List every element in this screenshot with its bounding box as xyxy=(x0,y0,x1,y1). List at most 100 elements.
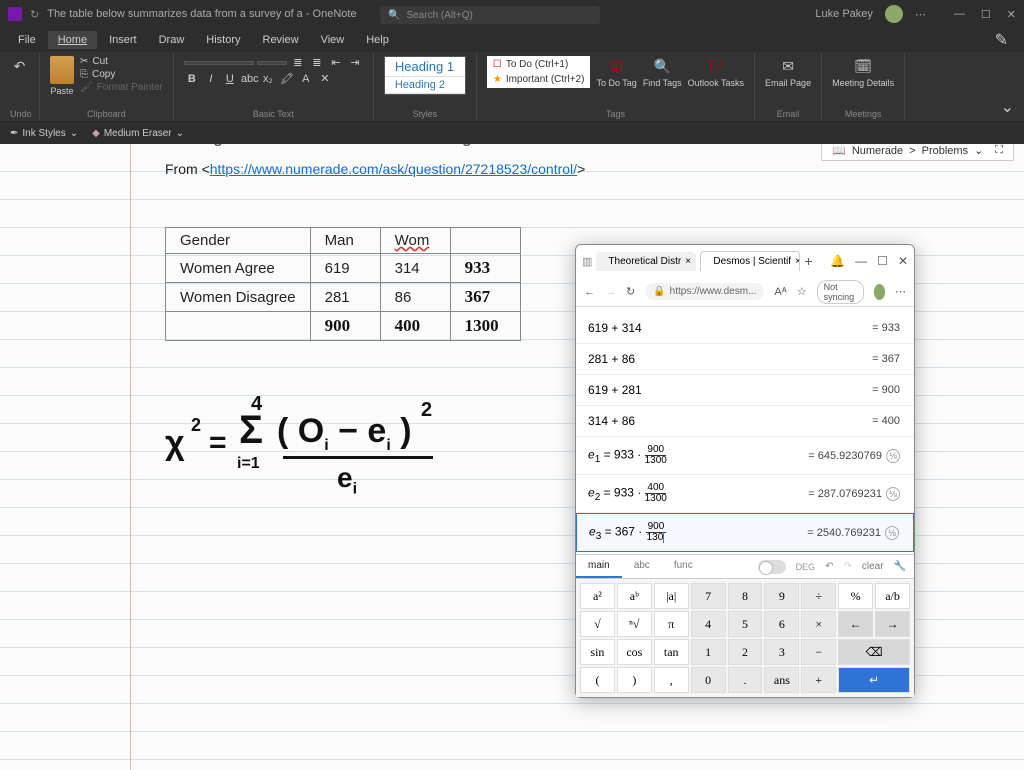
key-enter[interactable]: ↵ xyxy=(838,667,910,693)
keypad-tab-main[interactable]: main xyxy=(576,555,622,578)
key-sqrt[interactable]: √ xyxy=(580,611,615,637)
pen-mode-icon[interactable]: ✎ xyxy=(995,30,1016,50)
menu-view[interactable]: View xyxy=(311,31,355,49)
browser-close[interactable]: ✕ xyxy=(898,254,908,268)
key-8[interactable]: 8 xyxy=(728,583,763,609)
menu-review[interactable]: Review xyxy=(253,31,309,49)
key-2[interactable]: 2 xyxy=(728,639,763,665)
key-abs[interactable]: |a| xyxy=(654,583,689,609)
outdent-button[interactable]: ⇤ xyxy=(328,56,344,69)
key-6[interactable]: 6 xyxy=(764,611,799,637)
expr-row[interactable]: 619 + 314= 933 xyxy=(576,313,914,344)
sidebar-icon[interactable]: ▥ xyxy=(582,255,592,268)
key-a2[interactable]: a² xyxy=(580,583,615,609)
key-4[interactable]: 4 xyxy=(691,611,726,637)
styles-gallery[interactable]: Heading 1 Heading 2 xyxy=(384,56,466,95)
reader-icon[interactable]: Aᴬ xyxy=(774,286,786,298)
key-backspace[interactable]: ⌫ xyxy=(838,639,910,665)
key-add[interactable]: + xyxy=(801,667,836,693)
menu-help[interactable]: Help xyxy=(356,31,399,49)
expr-row[interactable]: 619 + 281= 900 xyxy=(576,375,914,406)
todo-tag-button[interactable]: ☑To Do Tag xyxy=(596,56,636,88)
menu-file[interactable]: File xyxy=(8,31,46,49)
expr-row-e2[interactable]: e2 = 933 · 4001300 = 287.0769231⅛ xyxy=(576,475,914,513)
key-left[interactable]: ← xyxy=(838,611,873,637)
email-page-button[interactable]: ✉Email Page xyxy=(765,56,811,88)
subscript-button[interactable]: x₂ xyxy=(260,73,276,85)
fullscreen-icon[interactable]: ⛶ xyxy=(995,144,1003,157)
undo-key[interactable]: ↶ xyxy=(825,561,833,572)
key-comma[interactable]: , xyxy=(654,667,689,693)
browser-maximize[interactable]: ☐ xyxy=(877,254,888,268)
key-sin[interactable]: sin xyxy=(580,639,615,665)
maximize-button[interactable]: ☐ xyxy=(981,8,991,21)
key-right[interactable]: → xyxy=(875,611,910,637)
minimize-button[interactable]: — xyxy=(954,8,965,21)
font-color-button[interactable]: A xyxy=(298,73,314,85)
info-icon[interactable]: ⅛ xyxy=(886,449,900,463)
keypad-tab-abc[interactable]: abc xyxy=(622,555,662,578)
forward-button[interactable]: → xyxy=(605,286,616,298)
desmos-window[interactable]: ▥ Theoretical Distr× Desmos | Scientif× … xyxy=(575,244,915,698)
key-1[interactable]: 1 xyxy=(691,639,726,665)
avatar[interactable] xyxy=(885,5,903,23)
underline-button[interactable]: U xyxy=(222,73,238,85)
key-tan[interactable]: tan xyxy=(654,639,689,665)
indent-button[interactable]: ⇥ xyxy=(347,56,363,69)
style-heading1[interactable]: Heading 1 xyxy=(385,57,465,77)
style-heading2[interactable]: Heading 2 xyxy=(385,77,465,94)
new-tab-button[interactable]: + xyxy=(804,253,812,269)
search-input[interactable]: 🔍 Search (Alt+Q) xyxy=(380,6,600,24)
numbering-button[interactable]: ≣ xyxy=(309,56,325,69)
key-sub[interactable]: − xyxy=(801,639,836,665)
bell-icon[interactable]: 🔔 xyxy=(830,254,845,268)
find-tags-button[interactable]: 🔍Find Tags xyxy=(643,56,682,88)
refresh-button[interactable]: ↻ xyxy=(626,285,635,298)
sync-status[interactable]: Not syncing xyxy=(817,280,864,304)
key-ans[interactable]: ans xyxy=(764,667,799,693)
redo-key[interactable]: ↷ xyxy=(843,561,851,572)
tab-theoretical[interactable]: Theoretical Distr× xyxy=(596,252,696,271)
key-9[interactable]: 9 xyxy=(764,583,799,609)
key-cos[interactable]: cos xyxy=(617,639,652,665)
menu-home[interactable]: Home xyxy=(48,31,97,49)
key-frac[interactable]: a/b xyxy=(875,583,910,609)
info-icon[interactable]: ⅛ xyxy=(885,526,899,540)
key-pct[interactable]: % xyxy=(838,583,873,609)
key-3[interactable]: 3 xyxy=(764,639,799,665)
profile-avatar[interactable] xyxy=(874,284,885,300)
wrench-icon[interactable]: 🔧 xyxy=(894,561,906,572)
menu-history[interactable]: History xyxy=(196,31,250,49)
browser-minimize[interactable]: — xyxy=(855,254,867,268)
medium-eraser-button[interactable]: ◆Medium Eraser⌄ xyxy=(92,128,184,139)
format-painter-button[interactable]: 🖌 Format Painter xyxy=(80,82,163,93)
font-family-select[interactable] xyxy=(184,61,254,65)
key-div[interactable]: ÷ xyxy=(801,583,836,609)
key-0[interactable]: 0 xyxy=(691,667,726,693)
key-mul[interactable]: × xyxy=(801,611,836,637)
tags-gallery[interactable]: ☐To Do (Ctrl+1) ★Important (Ctrl+2) xyxy=(487,56,591,88)
user-name[interactable]: Luke Pakey xyxy=(815,8,872,20)
keypad-tab-func[interactable]: func xyxy=(662,555,705,578)
key-pi[interactable]: π xyxy=(654,611,689,637)
key-dot[interactable]: . xyxy=(728,667,763,693)
favorite-icon[interactable]: ☆ xyxy=(797,285,807,298)
cut-button[interactable]: ✂ Cut xyxy=(80,56,163,67)
breadcrumb[interactable]: 📖 Numerade > Problems ⌄ ⛶ xyxy=(821,144,1014,161)
key-7[interactable]: 7 xyxy=(691,583,726,609)
paste-button[interactable]: Paste xyxy=(50,56,74,96)
key-lpar[interactable]: ( xyxy=(580,667,615,693)
settings-icon[interactable]: ⋯ xyxy=(915,8,926,21)
expr-row[interactable]: 281 + 86= 367 xyxy=(576,344,914,375)
bold-button[interactable]: B xyxy=(184,73,200,85)
more-button[interactable]: ⋯ xyxy=(895,285,906,298)
key-5[interactable]: 5 xyxy=(728,611,763,637)
expr-row[interactable]: 314 + 86= 400 xyxy=(576,406,914,437)
undo-button[interactable]: ↶ xyxy=(10,56,29,76)
expr-row-e3[interactable]: e3 = 367 · 900130 = 2540.769231⅛ xyxy=(576,513,914,552)
copy-button[interactable]: ⎘ Copy xyxy=(80,69,163,80)
key-rpar[interactable]: ) xyxy=(617,667,652,693)
ink-styles-button[interactable]: ✒Ink Styles⌄ xyxy=(10,128,78,139)
close-button[interactable]: ✕ xyxy=(1007,8,1016,21)
sync-icon[interactable]: ↻ xyxy=(30,8,39,21)
